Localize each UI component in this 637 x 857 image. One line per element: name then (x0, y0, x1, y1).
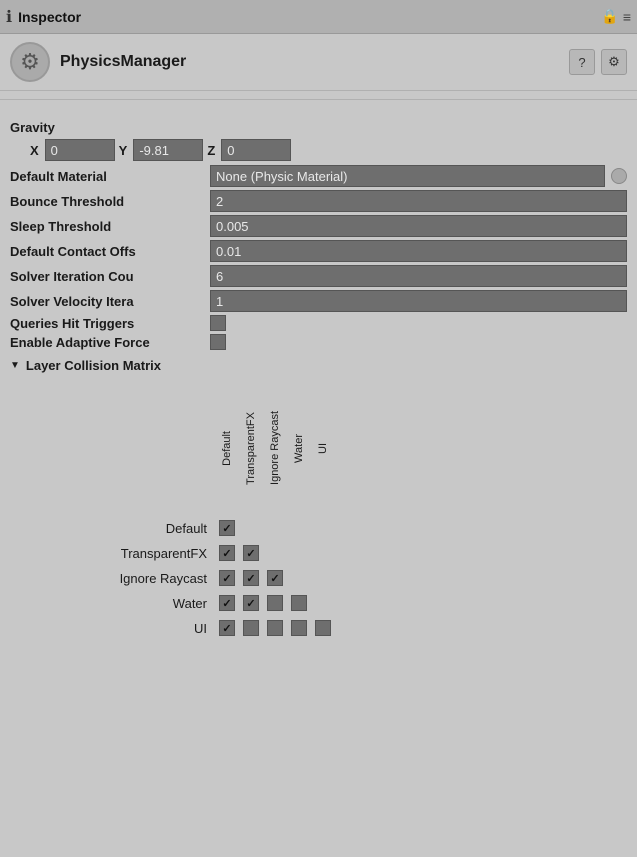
enable-adaptive-force-row: Enable Adaptive Force (10, 334, 627, 350)
matrix-row-1: TransparentFX ✓ ✓ (30, 542, 627, 564)
queries-hit-triggers-row: Queries Hit Triggers (10, 315, 627, 331)
solver-velocity-itera-row: Solver Velocity Itera (10, 290, 627, 312)
matrix-cell-3-2[interactable] (267, 595, 283, 611)
default-material-field[interactable]: None (Physic Material) (210, 165, 605, 187)
matrix-container: Default TransparentFX Ignore Raycast Water U… (30, 383, 627, 639)
bounce-threshold-row: Bounce Threshold (10, 190, 627, 212)
info-icon: ℹ (6, 7, 12, 27)
component-actions: ? ⚙ (569, 49, 627, 75)
matrix-render: Default TransparentFX Ignore Raycast Water U… (30, 383, 627, 639)
solver-velocity-itera-input[interactable] (210, 290, 627, 312)
matrix-header[interactable]: ▼ Layer Collision Matrix (10, 358, 627, 373)
col-header-3: Water (293, 434, 305, 463)
settings-button[interactable]: ⚙ (601, 49, 627, 75)
menu-icon[interactable]: ≡ (623, 9, 631, 25)
solver-iteration-cou-row: Solver Iteration Cou (10, 265, 627, 287)
matrix-cell-2-1[interactable]: ✓ (243, 570, 259, 586)
component-title: PhysicsManager (60, 53, 559, 71)
sleep-threshold-label: Sleep Threshold (10, 219, 210, 234)
solver-iteration-cou-input[interactable] (210, 265, 627, 287)
col-header-2: Ignore Raycast (269, 411, 281, 485)
queries-hit-triggers-checkbox[interactable] (210, 315, 226, 331)
matrix-cell-4-4[interactable] (315, 620, 331, 636)
gravity-x-input[interactable] (45, 139, 115, 161)
lock-icon[interactable]: 🔒 (601, 8, 618, 25)
matrix-cell-3-3[interactable] (291, 595, 307, 611)
solver-iteration-cou-label: Solver Iteration Cou (10, 269, 210, 284)
matrix-row-3: Water ✓ ✓ (30, 592, 627, 614)
col-header-4: UI (317, 443, 329, 454)
matrix-row-label-1: TransparentFX (30, 546, 215, 561)
gravity-fields: X Y Z (30, 139, 627, 161)
gravity-y-input[interactable] (133, 139, 203, 161)
matrix-cell-0-0[interactable]: ✓ (219, 520, 235, 536)
matrix-cell-3-1[interactable]: ✓ (243, 595, 259, 611)
matrix-row-0: Default ✓ (30, 517, 627, 539)
matrix-cell-4-2[interactable] (267, 620, 283, 636)
col-header-1: TransparentFX (245, 412, 257, 485)
component-header: ⚙ PhysicsManager ? ⚙ (0, 34, 637, 91)
matrix-section: ▼ Layer Collision Matrix Default Transpar… (10, 358, 627, 639)
queries-hit-triggers-label: Queries Hit Triggers (10, 316, 210, 331)
sleep-threshold-row: Sleep Threshold (10, 215, 627, 237)
matrix-section-label: Layer Collision Matrix (26, 358, 161, 373)
matrix-cell-4-1[interactable] (243, 620, 259, 636)
default-contact-offs-row: Default Contact Offs (10, 240, 627, 262)
gravity-z-input[interactable] (221, 139, 291, 161)
help-button[interactable]: ? (569, 49, 595, 75)
collapse-triangle-icon: ▼ (10, 360, 20, 371)
title-bar: ℹ Inspector 🔒 ≡ (0, 0, 637, 34)
inspector-content: Gravity X Y Z Default Material None (Phy… (0, 108, 637, 654)
default-material-value: None (Physic Material) (216, 169, 348, 184)
col-header-0: Default (221, 431, 233, 466)
matrix-cell-1-1[interactable]: ✓ (243, 545, 259, 561)
gravity-y-label: Y (119, 143, 128, 158)
gravity-section: Gravity X Y Z (10, 120, 627, 161)
material-picker-button[interactable] (611, 168, 627, 184)
enable-adaptive-force-checkbox[interactable] (210, 334, 226, 350)
gravity-x-label: X (30, 143, 39, 158)
solver-velocity-itera-label: Solver Velocity Itera (10, 294, 210, 309)
matrix-cell-4-3[interactable] (291, 620, 307, 636)
matrix-cell-1-0[interactable]: ✓ (219, 545, 235, 561)
matrix-cell-3-0[interactable]: ✓ (219, 595, 235, 611)
matrix-row-label-0: Default (30, 521, 215, 536)
default-material-row: Default Material None (Physic Material) (10, 165, 627, 187)
component-icon: ⚙ (10, 42, 50, 82)
title-bar-label: Inspector (18, 9, 81, 25)
bounce-threshold-label: Bounce Threshold (10, 194, 210, 209)
matrix-row-label-2: Ignore Raycast (30, 571, 215, 586)
default-contact-offs-label: Default Contact Offs (10, 244, 210, 259)
gravity-z-label: Z (207, 143, 215, 158)
enable-adaptive-force-label: Enable Adaptive Force (10, 335, 210, 350)
matrix-cell-4-0[interactable]: ✓ (219, 620, 235, 636)
matrix-row-2: Ignore Raycast ✓ ✓ ✓ (30, 567, 627, 589)
title-bar-right: 🔒 ≡ (601, 8, 631, 25)
matrix-row-label-3: Water (30, 596, 215, 611)
matrix-row-label-4: UI (30, 621, 215, 636)
sleep-threshold-input[interactable] (210, 215, 627, 237)
matrix-cell-2-2[interactable]: ✓ (267, 570, 283, 586)
default-material-label: Default Material (10, 169, 210, 184)
matrix-cell-2-0[interactable]: ✓ (219, 570, 235, 586)
header-divider (0, 99, 637, 100)
default-contact-offs-input[interactable] (210, 240, 627, 262)
matrix-row-4: UI ✓ (30, 617, 627, 639)
bounce-threshold-input[interactable] (210, 190, 627, 212)
title-bar-left: ℹ Inspector (6, 7, 81, 27)
gravity-label: Gravity (10, 120, 627, 135)
